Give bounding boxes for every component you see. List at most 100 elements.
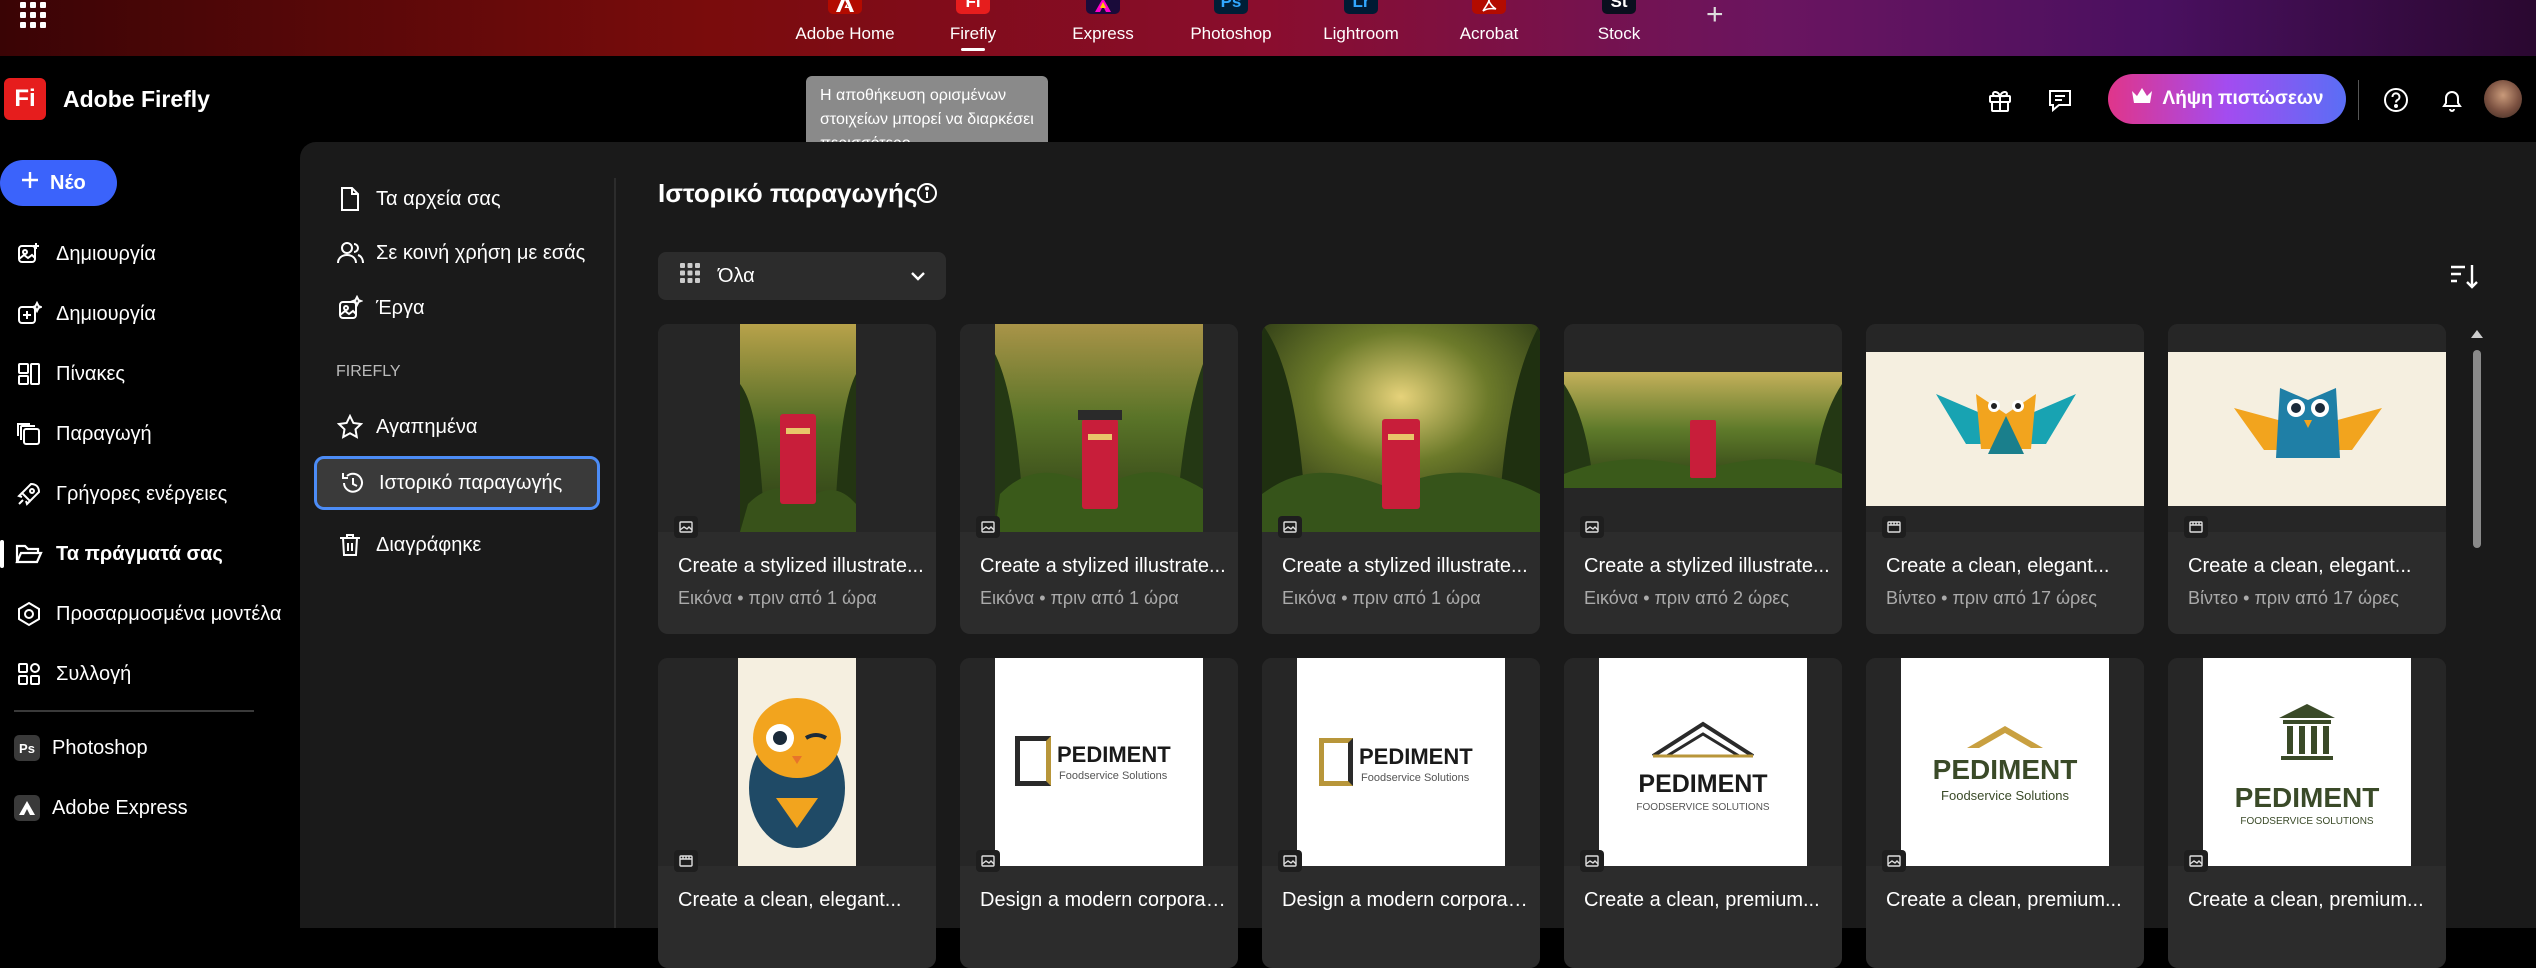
express-icon	[1086, 0, 1120, 14]
image-type-icon	[1580, 850, 1604, 872]
nav-label: Adobe Express	[52, 796, 188, 819]
notifications-icon[interactable]	[2434, 82, 2470, 118]
new-button[interactable]: Νέο	[0, 160, 117, 206]
nav-app-express[interactable]: Adobe Express	[0, 782, 300, 834]
express-app-icon	[14, 795, 40, 821]
production-icon	[14, 419, 44, 449]
firefly-icon: Fi	[956, 0, 990, 14]
logo-tagline: FOODSERVICE SOLUTIONS	[2240, 816, 2374, 827]
help-icon[interactable]	[2378, 82, 2414, 118]
subnav-deleted[interactable]: Διαγράφηκε	[314, 518, 600, 572]
subnav-shared-with-you[interactable]: Σε κοινή χρήση με εσάς	[314, 226, 600, 280]
pediment-p-mark	[1015, 736, 1051, 786]
card-title: Design a modern corporat...	[980, 889, 1226, 911]
scroll-up-arrow-icon[interactable]	[2471, 330, 2483, 338]
card-thumbnail	[1866, 324, 2144, 532]
boards-icon	[14, 359, 44, 389]
card-title: Create a stylized illustrate...	[1282, 555, 1528, 577]
app-switcher-bar: Adobe Home Fi Firefly Express Ps Photosh…	[0, 0, 2536, 56]
nav-item-your-stuff[interactable]: Τα πράγματά σας	[0, 528, 300, 580]
add-app-icon[interactable]: +	[1706, 0, 1724, 32]
history-card[interactable]: Create a clean, elegant... Βίντεο • πριν…	[1866, 324, 2144, 634]
nav-item-boards[interactable]: Πίνακες	[0, 348, 300, 400]
card-title: Create a stylized illustrate...	[980, 555, 1226, 577]
section-label-firefly: FIREFLY	[336, 363, 401, 380]
avatar[interactable]	[2484, 80, 2522, 118]
app-photoshop[interactable]: Ps Photoshop	[1176, 0, 1286, 56]
subnav-projects[interactable]: Έργα	[314, 281, 600, 335]
card-thumbnail	[1564, 324, 1842, 532]
photoshop-icon: Ps	[1214, 0, 1248, 14]
history-card[interactable]: Create a stylized illustrate... Εικόνα •…	[960, 324, 1238, 634]
nav-item-create[interactable]: Δημιουργία	[0, 228, 300, 280]
nav-item-collection[interactable]: Συλλογή	[0, 648, 300, 700]
card-title: Create a stylized illustrate...	[678, 555, 924, 577]
lightroom-icon: Lr	[1344, 0, 1378, 14]
app-lightroom[interactable]: Lr Lightroom	[1306, 0, 1416, 56]
nav-label: Δημιουργία	[56, 242, 156, 265]
nav-label: Τα πράγματά σας	[56, 542, 223, 565]
card-thumbnail: PEDIMENT Foodservice Solutions	[1262, 658, 1540, 866]
gift-icon[interactable]	[1982, 82, 2018, 118]
nav-app-photoshop[interactable]: Ps Photoshop	[0, 722, 300, 774]
card-meta: Βίντεο • πριν από 17 ώρες	[1886, 588, 2097, 608]
app-acrobat[interactable]: Acrobat	[1434, 0, 1544, 56]
app-express[interactable]: Express	[1048, 0, 1158, 56]
subnav-label: Έργα	[376, 296, 425, 319]
nav-item-custom-models[interactable]: Προσαρμοσμένα μοντέλα	[0, 588, 300, 640]
star-icon	[336, 413, 364, 441]
shared-users-icon	[336, 239, 364, 267]
info-icon[interactable]	[912, 178, 942, 208]
card-meta: Βίντεο • πριν από 17 ώρες	[2188, 588, 2399, 608]
image-type-icon	[976, 850, 1000, 872]
logo-wordmark: PEDIMENT	[1359, 744, 1473, 769]
nav-item-production[interactable]: Παραγωγή	[0, 408, 300, 460]
subnav-generation-history[interactable]: Ιστορικό παραγωγής	[314, 456, 600, 510]
history-card[interactable]: Create a stylized illustrate... Εικόνα •…	[1564, 324, 1842, 634]
crown-icon	[2131, 87, 2153, 111]
card-title: Create a clean, elegant...	[2188, 555, 2412, 577]
generate-icon	[14, 299, 44, 329]
subnav-favorites[interactable]: Αγαπημένα	[314, 400, 600, 454]
history-card[interactable]: PEDIMENT FOODSERVICE SOLUTIONS Create a …	[1564, 658, 1842, 968]
history-card[interactable]: PEDIMENT Foodservice Solutions Design a …	[960, 658, 1238, 968]
history-icon	[339, 469, 367, 497]
history-card[interactable]: Create a stylized illustrate... Εικόνα •…	[1262, 324, 1540, 634]
app-grid-icon[interactable]	[20, 2, 46, 28]
subnav-your-files[interactable]: Τα αρχεία σας	[314, 172, 600, 226]
scrollbar[interactable]	[2470, 326, 2484, 928]
card-title: Design a modern corporat...	[1282, 889, 1528, 911]
app-firefly[interactable]: Fi Firefly	[918, 0, 1028, 56]
history-card[interactable]: PEDIMENT Foodservice Solutions Create a …	[1866, 658, 2144, 968]
history-card[interactable]: PEDIMENT Foodservice Solutions Design a …	[1262, 658, 1540, 968]
nav-label: Πίνακες	[56, 362, 126, 385]
subnav-label: Ιστορικό παραγωγής	[379, 471, 563, 494]
card-meta: Εικόνα • πριν από 1 ώρα	[1282, 588, 1481, 608]
card-thumbnail: PEDIMENT FOODSERVICE SOLUTIONS	[2168, 658, 2446, 866]
nav-divider	[14, 710, 254, 712]
filter-dropdown[interactable]: Όλα	[658, 252, 946, 300]
history-card[interactable]: Create a stylized illustrate... Εικόνα •…	[658, 324, 936, 634]
brand-name[interactable]: Adobe Firefly	[63, 86, 210, 113]
nav-item-generate[interactable]: Δημιουργία	[0, 288, 300, 340]
card-title: Create a clean, elegant...	[678, 889, 902, 911]
firefly-logo[interactable]: Fi	[4, 78, 46, 120]
image-type-icon	[1882, 850, 1906, 872]
app-adobe-home[interactable]: Adobe Home	[790, 0, 900, 56]
trash-icon	[336, 531, 364, 559]
history-card[interactable]: Create a clean, elegant...	[658, 658, 936, 968]
app-stock[interactable]: St Stock	[1564, 0, 1674, 56]
history-card[interactable]: Create a clean, elegant... Βίντεο • πριν…	[2168, 324, 2446, 634]
logo-wordmark: PEDIMENT	[1932, 754, 2078, 785]
card-title: Create a clean, premium...	[1886, 889, 2122, 911]
sort-icon[interactable]	[2446, 258, 2482, 294]
card-title: Create a clean, elegant...	[1886, 555, 2110, 577]
nav-item-quick-actions[interactable]: Γρήγορες ενέργειες	[0, 468, 300, 520]
stock-icon: St	[1602, 0, 1636, 14]
card-thumbnail	[2168, 324, 2446, 532]
history-card[interactable]: PEDIMENT FOODSERVICE SOLUTIONS Create a …	[2168, 658, 2446, 968]
new-label: Νέο	[50, 171, 86, 194]
feedback-icon[interactable]	[2042, 82, 2078, 118]
scrollbar-thumb[interactable]	[2473, 350, 2481, 548]
get-credits-button[interactable]: Λήψη πιστώσεων	[2108, 74, 2346, 124]
